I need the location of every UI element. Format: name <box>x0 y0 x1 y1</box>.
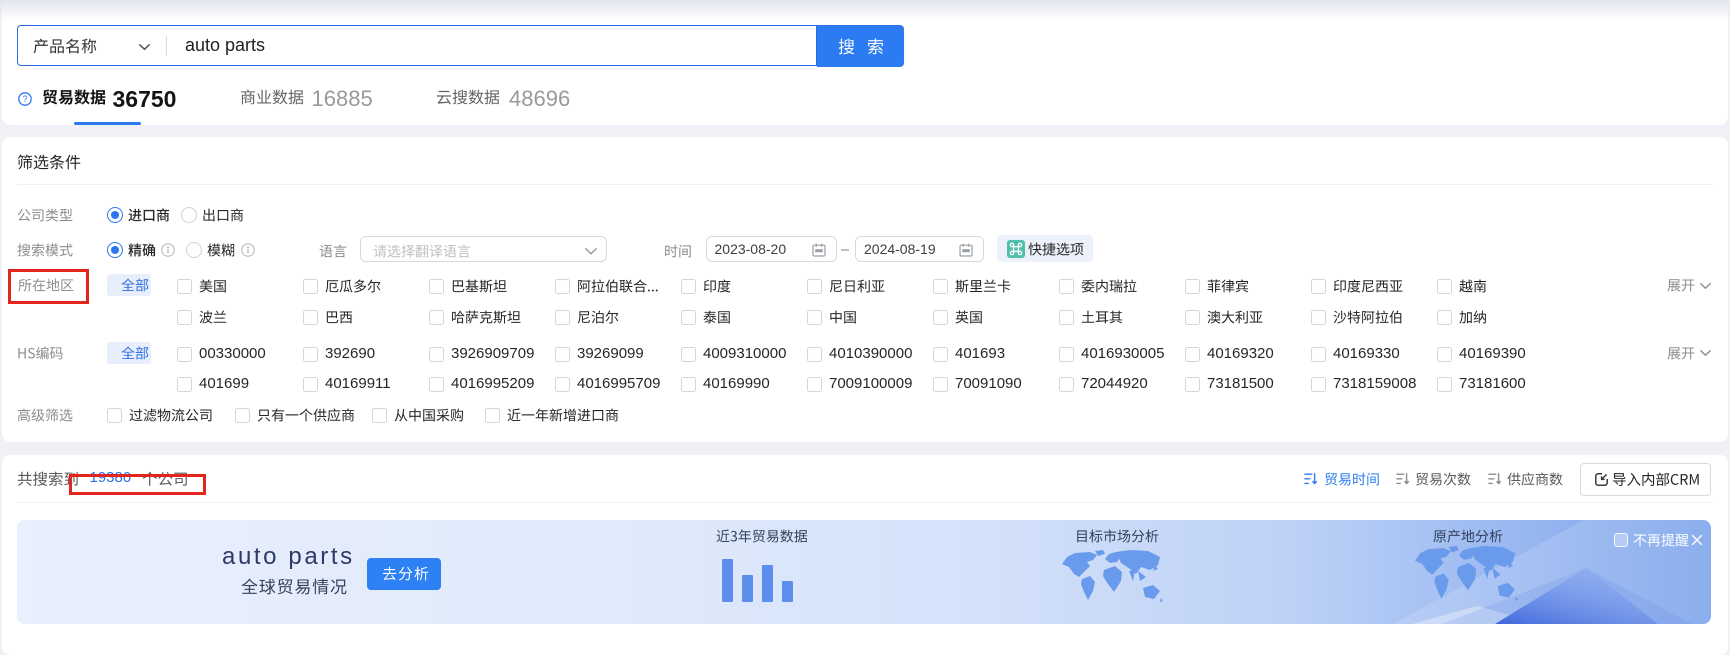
svg-text:?: ? <box>22 94 27 104</box>
